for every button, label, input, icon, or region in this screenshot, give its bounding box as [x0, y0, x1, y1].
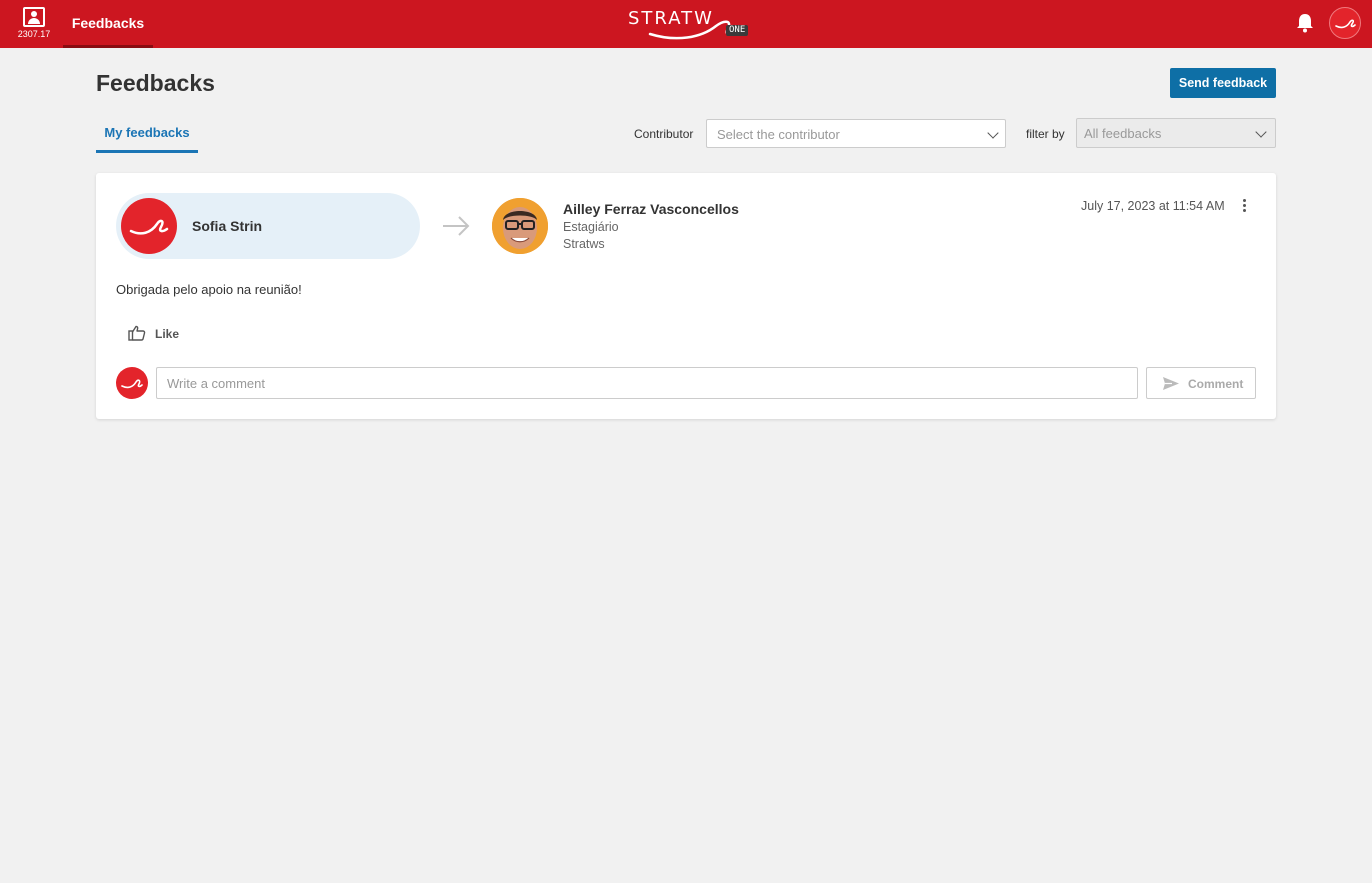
sender-name: Sofia Strin: [192, 218, 263, 234]
send-feedback-button[interactable]: Send feedback: [1170, 68, 1276, 98]
comment-button-label: Comment: [1188, 377, 1244, 391]
person-photo-icon: [492, 198, 548, 254]
top-bar: 2307.17 Feedbacks STRATW ONE: [0, 0, 1372, 48]
feedback-message: Obrigada pelo apoio na reunião!: [116, 282, 302, 297]
user-avatar[interactable]: [1329, 7, 1361, 39]
stratws-mark-icon: [121, 379, 143, 389]
stratws-mark-icon: [129, 219, 169, 235]
filter-value: All feedbacks: [1084, 126, 1162, 141]
nav-tab-feedbacks[interactable]: Feedbacks: [63, 0, 153, 48]
arrow-right-icon: [443, 216, 470, 236]
contact-card-icon: [23, 7, 45, 27]
contributor-label: Contributor: [634, 127, 694, 141]
sender-avatar: [121, 198, 177, 254]
commenter-avatar: [116, 367, 148, 399]
comment-input[interactable]: [156, 367, 1138, 399]
filter-select[interactable]: All feedbacks: [1076, 118, 1276, 148]
thumbs-up-icon: [128, 325, 146, 341]
feedback-date: July 17, 2023 at 11:54 AM: [1081, 199, 1225, 213]
contributor-select[interactable]: Select the contributor: [706, 119, 1006, 148]
tab-my-feedbacks[interactable]: My feedbacks: [96, 118, 198, 153]
stratws-logo: STRATW ONE: [628, 6, 752, 40]
receiver-avatar: [492, 198, 548, 254]
send-icon: [1163, 377, 1179, 390]
page-title: Feedbacks: [96, 70, 215, 96]
filter-by-label: filter by: [1026, 127, 1065, 141]
receiver-role: Estagiário: [563, 220, 619, 234]
comment-button[interactable]: Comment: [1146, 367, 1256, 399]
stratws-mark-icon: [1335, 19, 1356, 29]
bell-icon[interactable]: [1296, 13, 1314, 33]
app-switcher[interactable]: 2307.17: [12, 5, 56, 43]
more-options-icon[interactable]: [1240, 199, 1248, 213]
receiver-name: Ailley Ferraz Vasconcellos: [563, 201, 739, 217]
contributor-placeholder: Select the contributor: [717, 127, 840, 142]
chevron-down-icon: [1255, 126, 1267, 138]
feedback-card: Sofia Strin Ailley Ferraz Vasconcellos E…: [96, 173, 1276, 419]
receiver-company: Stratws: [563, 237, 605, 251]
app-version: 2307.17: [17, 29, 51, 39]
like-label: Like: [155, 327, 180, 341]
sender-pill: Sofia Strin: [116, 193, 420, 259]
chevron-down-icon: [987, 127, 999, 139]
